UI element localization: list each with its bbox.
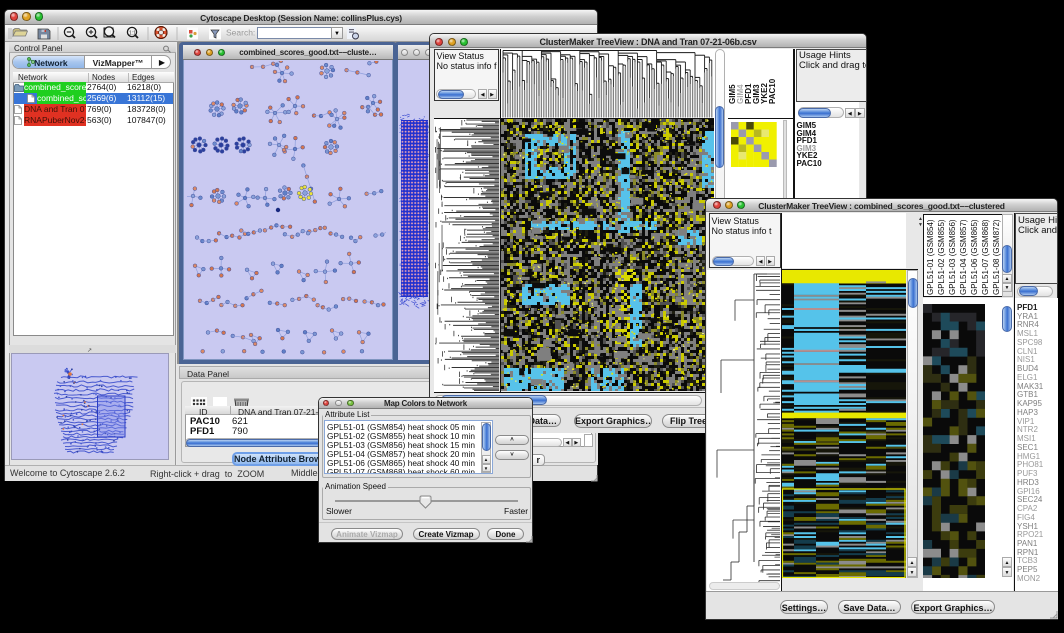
svg-text:Search:: Search: (226, 28, 255, 38)
svg-text:1:1: 1:1 (129, 31, 136, 37)
